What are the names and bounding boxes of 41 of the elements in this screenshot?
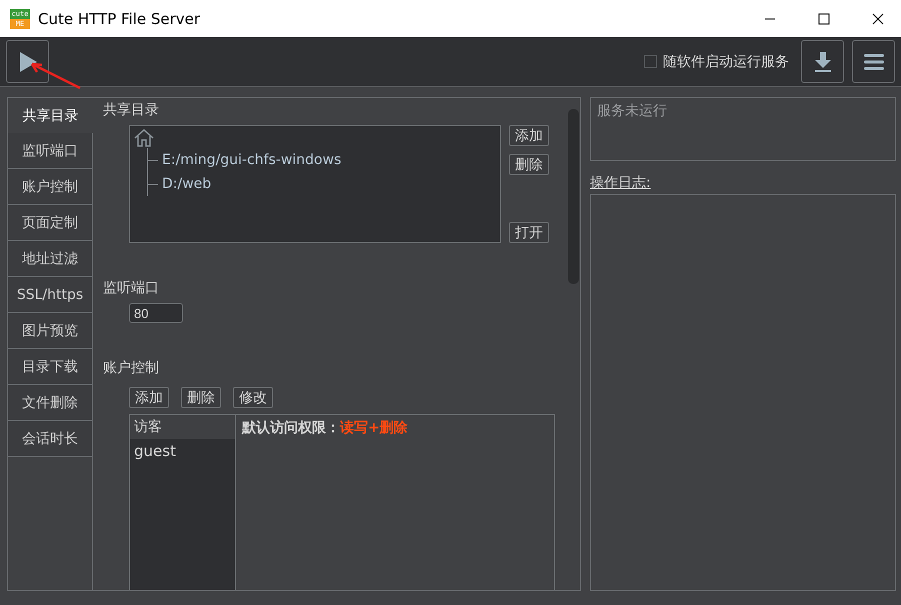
account-button[interactable]: 添加 [129, 387, 169, 408]
list-header: 访客 [130, 415, 235, 439]
nav-tab[interactable]: 会话时长 [8, 421, 92, 457]
port-field[interactable]: 80 [129, 303, 183, 323]
nav-tab[interactable]: SSL/https [8, 277, 92, 313]
nav-tab[interactable]: 图片预览 [8, 313, 92, 349]
user-item[interactable]: guest [130, 439, 235, 463]
play-icon [18, 50, 38, 72]
scrollbar-thumb[interactable] [568, 109, 579, 284]
permission-value: 读写+删除 [340, 419, 408, 437]
download-button[interactable] [801, 40, 844, 83]
nav-tab[interactable]: 文件删除 [8, 385, 92, 421]
section-heading: 账户控制 [103, 359, 160, 378]
start-button[interactable] [6, 40, 49, 83]
home-icon [134, 128, 154, 148]
folder-path[interactable]: D:/web [158, 176, 212, 192]
log-label: 操作日志: [590, 174, 652, 192]
folder-button[interactable]: 添加 [509, 125, 549, 146]
folder-path[interactable]: E:/ming/gui-chfs-windows [158, 152, 342, 168]
nav-tab[interactable]: 监听端口 [8, 133, 92, 169]
close-icon [872, 12, 884, 24]
nav-tab[interactable]: 页面定制 [8, 205, 92, 241]
menu-button[interactable] [852, 40, 895, 83]
folder-button[interactable]: 删除 [509, 154, 549, 175]
section-heading: 监听端口 [103, 279, 160, 298]
status-box: 服务未运行 [590, 97, 896, 161]
autostart-checkbox[interactable] [644, 55, 657, 68]
permission-label: 默认访问权限： [242, 419, 340, 437]
section-heading: 共享目录 [103, 101, 160, 120]
autostart-label: 随软件启动运行服务 [663, 52, 789, 70]
maximize-icon [818, 12, 830, 24]
nav-tab[interactable]: 地址过滤 [8, 241, 92, 277]
account-button[interactable]: 修改 [233, 387, 273, 408]
download-icon [812, 50, 832, 72]
annotation-arrow [28, 60, 82, 90]
window-title: Cute HTTP File Server [38, 10, 202, 28]
open-button[interactable]: 打开 [509, 222, 549, 243]
menu-icon [862, 52, 884, 70]
nav-tab[interactable]: 账户控制 [8, 169, 92, 205]
account-button[interactable]: 删除 [181, 387, 221, 408]
nav-tab[interactable]: 目录下载 [8, 349, 92, 385]
